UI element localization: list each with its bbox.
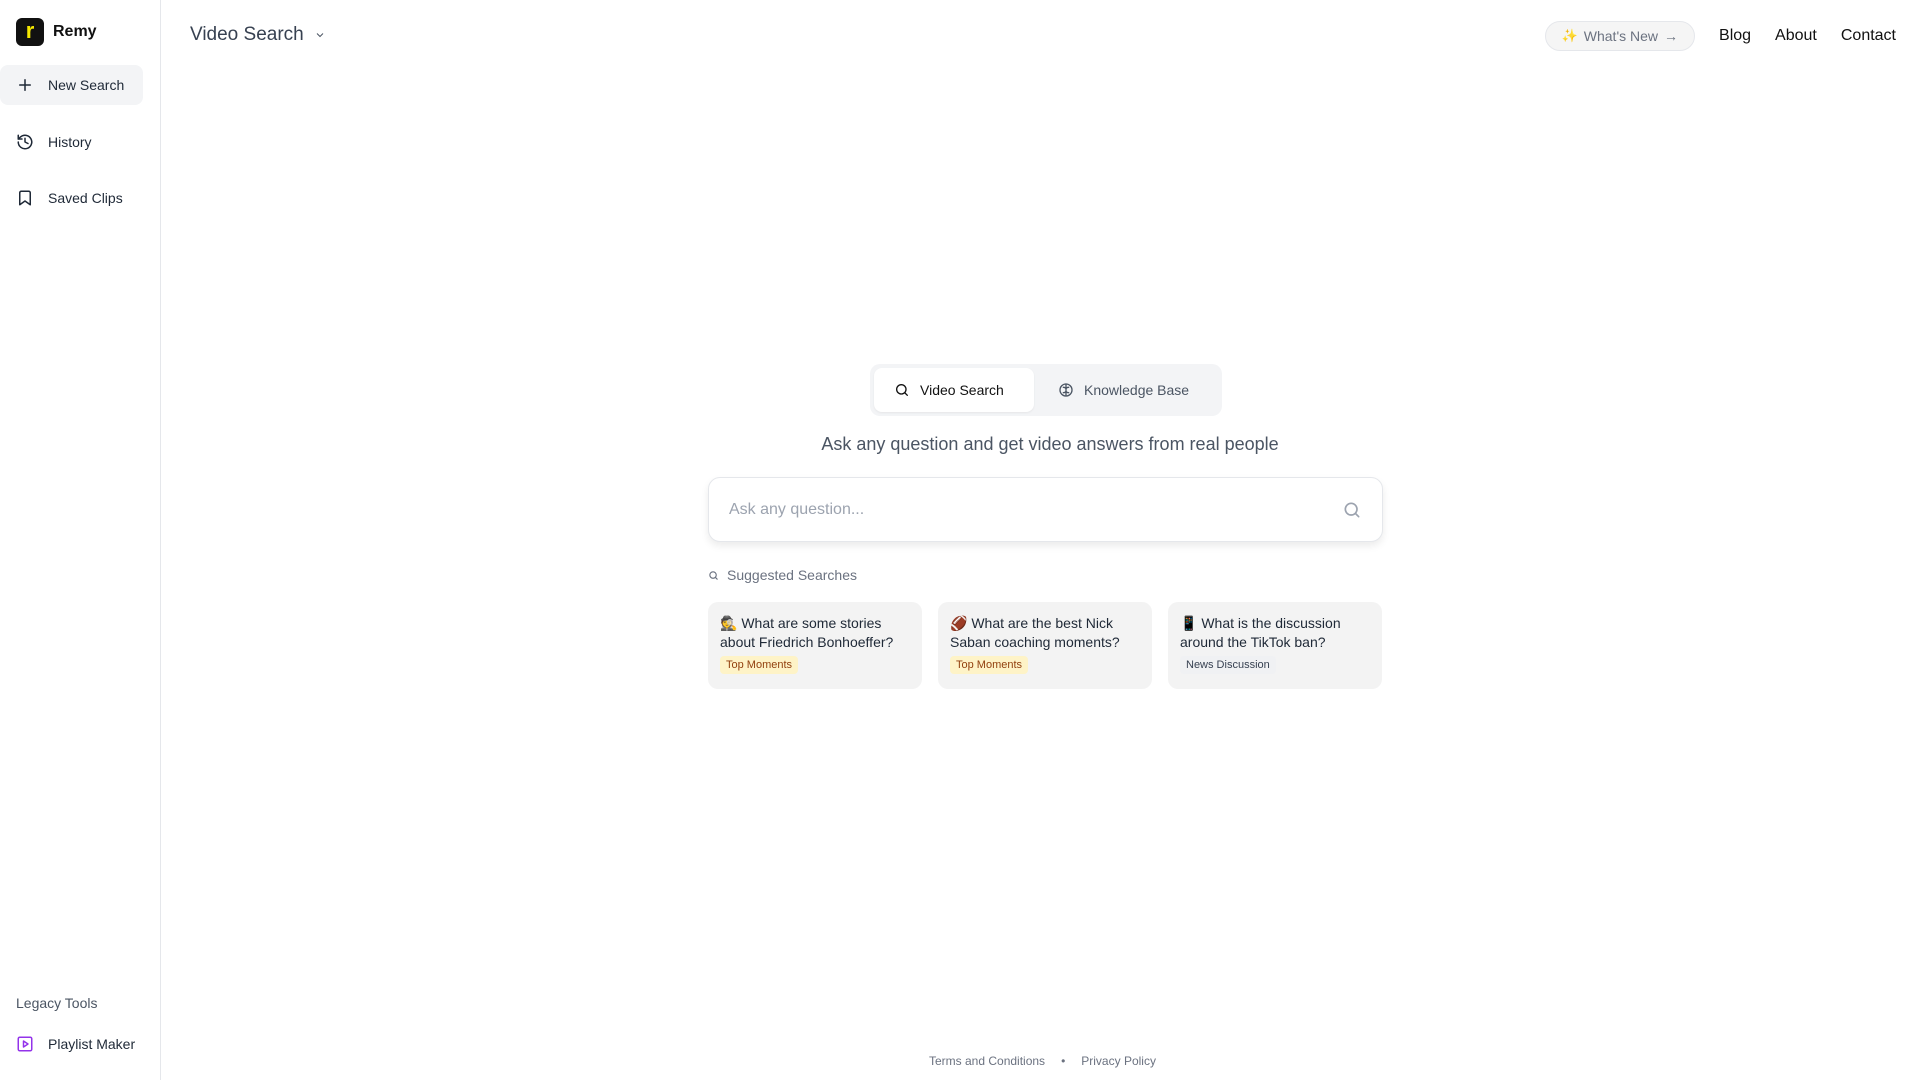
arrow-right-icon: → (1664, 28, 1679, 44)
search-box (708, 477, 1383, 542)
suggestion-card[interactable]: 🏈 What are the best Nick Saban coaching … (938, 602, 1152, 689)
whats-new-label: What's New (1583, 28, 1659, 44)
suggestion-text: 📱 What is the discussion around the TikT… (1180, 614, 1370, 652)
suggestion-question: What are the best Nick Saban coaching mo… (950, 615, 1120, 650)
sidebar-item-label: New Search (48, 77, 125, 93)
suggestion-card[interactable]: 🕵️ What are some stories about Friedrich… (708, 602, 922, 689)
history-icon (17, 134, 33, 150)
mode-switch: Video Search Knowledge Base (870, 364, 1222, 416)
nav-link-contact[interactable]: Contact (1841, 27, 1896, 45)
tab-label: Video Search (920, 382, 1004, 398)
nav-link-blog[interactable]: Blog (1719, 27, 1751, 45)
brand-name: Remy (53, 23, 97, 40)
suggestion-text: 🏈 What are the best Nick Saban coaching … (950, 614, 1140, 652)
suggested-searches-heading: Suggested Searches (708, 567, 857, 583)
phone-emoji-icon: 📱 (1180, 615, 1198, 631)
nav-link-about[interactable]: About (1775, 27, 1817, 45)
sidebar: r Remy New Search History Saved Clips Le… (0, 0, 161, 1080)
suggestion-tag: Top Moments (720, 656, 799, 674)
brand-logo: r (16, 18, 44, 46)
suggestion-question: What are some stories about Friedrich Bo… (720, 615, 894, 650)
sparkle-icon: ✨ (1561, 28, 1578, 43)
suggestion-tag: Top Moments (950, 656, 1029, 674)
tab-knowledge-base[interactable]: Knowledge Base (1038, 368, 1209, 412)
play-square-icon (17, 1036, 33, 1052)
top-nav: ✨ What's New → Blog About Contact (1544, 21, 1920, 51)
tab-label: Knowledge Base (1084, 382, 1190, 398)
terms-link[interactable]: Terms and Conditions (929, 1054, 1045, 1068)
footer: Terms and Conditions • Privacy Policy (929, 1054, 1156, 1068)
suggested-searches-label: Suggested Searches (727, 567, 857, 583)
search-input[interactable] (729, 500, 1342, 519)
sidebar-item-label: Playlist Maker (48, 1036, 136, 1052)
suggestion-card[interactable]: 📱 What is the discussion around the TikT… (1168, 602, 1382, 689)
brain-icon (1059, 383, 1073, 397)
legacy-tools-label: Legacy Tools (16, 995, 98, 1011)
whats-new-button[interactable]: ✨ What's New → (1544, 21, 1696, 51)
suggestion-question: What is the discussion around the TikTok… (1180, 615, 1341, 650)
chevron-down-icon (316, 33, 324, 38)
sidebar-item-new-search[interactable]: New Search (0, 65, 143, 105)
sidebar-item-playlist-maker[interactable]: Playlist Maker (0, 1024, 143, 1064)
search-icon (896, 384, 908, 396)
sidebar-item-history[interactable]: History (0, 122, 143, 162)
sidebar-item-label: History (48, 134, 92, 150)
detective-emoji-icon: 🕵️ (720, 615, 738, 631)
suggestion-text: 🕵️ What are some stories about Friedrich… (720, 614, 910, 652)
page-title: Video Search (190, 24, 304, 45)
bookmark-icon (19, 190, 31, 206)
footer-separator: • (1061, 1054, 1066, 1068)
search-icon[interactable] (1342, 500, 1362, 520)
privacy-link[interactable]: Privacy Policy (1081, 1054, 1156, 1068)
suggestion-tag: News Discussion (1180, 656, 1276, 674)
plus-icon (19, 79, 31, 91)
search-icon (709, 570, 718, 580)
mode-dropdown[interactable]: Video Search (190, 24, 326, 46)
tab-video-search[interactable]: Video Search (874, 368, 1034, 412)
tagline: Ask any question and get video answers f… (821, 434, 1279, 454)
suggestion-list: 🕵️ What are some stories about Friedrich… (708, 602, 1382, 689)
sidebar-item-label: Saved Clips (48, 190, 123, 206)
sidebar-item-saved-clips[interactable]: Saved Clips (0, 178, 143, 218)
football-emoji-icon: 🏈 (950, 615, 968, 631)
brand[interactable]: r Remy (16, 18, 97, 46)
